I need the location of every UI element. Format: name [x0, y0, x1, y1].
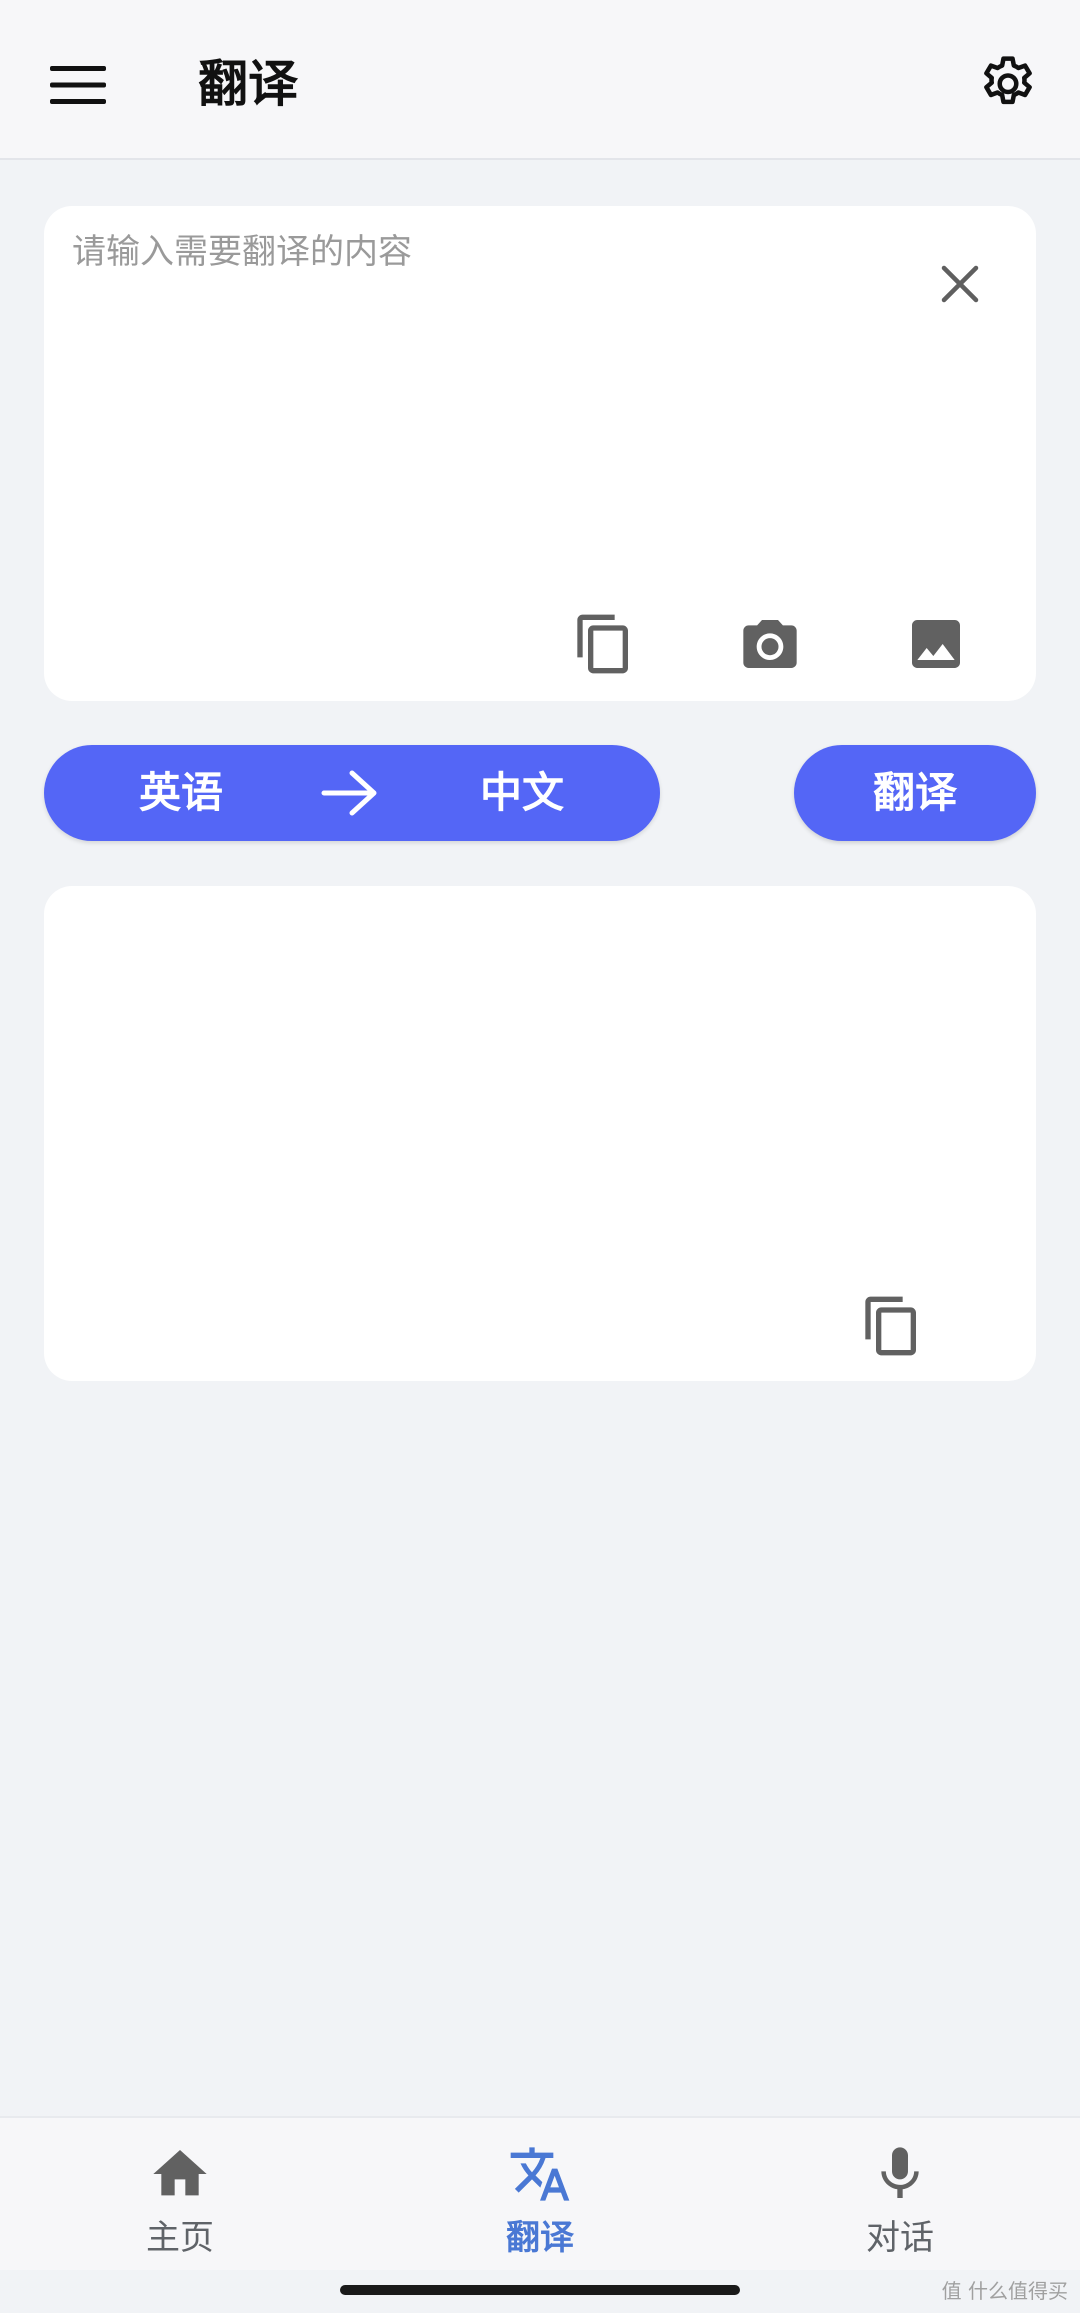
microphone-icon [881, 2147, 919, 2198]
arrow-right-icon[interactable] [320, 767, 380, 819]
nav-item-conversation[interactable]: 对话 [800, 2118, 1000, 2268]
clear-button[interactable] [924, 248, 996, 320]
gear-icon [984, 56, 1032, 105]
copy-icon [865, 1296, 916, 1356]
source-text-input[interactable] [72, 224, 912, 584]
settings-button[interactable] [964, 40, 1052, 128]
home-indicator[interactable] [340, 2285, 740, 2295]
source-text-card [44, 206, 1036, 701]
copy-result-button[interactable] [852, 1286, 932, 1366]
language-selector: 英语 中文 [44, 745, 660, 841]
translate-icon [510, 2147, 570, 2201]
menu-button[interactable] [30, 40, 126, 130]
camera-button[interactable] [730, 604, 810, 684]
paste-icon [577, 614, 628, 674]
hamburger-menu-icon [50, 66, 106, 104]
image-icon [912, 620, 960, 668]
page-title: 翻译 [198, 55, 298, 113]
image-button[interactable] [896, 604, 976, 684]
bottom-navigation: 主页 翻译 对话 [0, 2116, 1080, 2270]
nav-item-home[interactable]: 主页 [80, 2118, 280, 2268]
source-language[interactable]: 英语 [139, 745, 223, 841]
app-bar: 翻译 [0, 0, 1080, 160]
translate-button[interactable]: 翻译 [794, 745, 1036, 841]
nav-item-translate[interactable]: 翻译 [440, 2118, 640, 2268]
close-icon [941, 265, 979, 303]
paste-button[interactable] [564, 604, 644, 684]
nav-item-label: 对话 [866, 2218, 934, 2258]
home-icon [153, 2150, 207, 2196]
nav-item-label: 主页 [146, 2218, 214, 2258]
watermark: 值 什么值得买 [941, 2279, 1068, 2303]
target-language[interactable]: 中文 [480, 745, 564, 841]
camera-icon [743, 620, 797, 668]
nav-item-label: 翻译 [506, 2218, 574, 2258]
